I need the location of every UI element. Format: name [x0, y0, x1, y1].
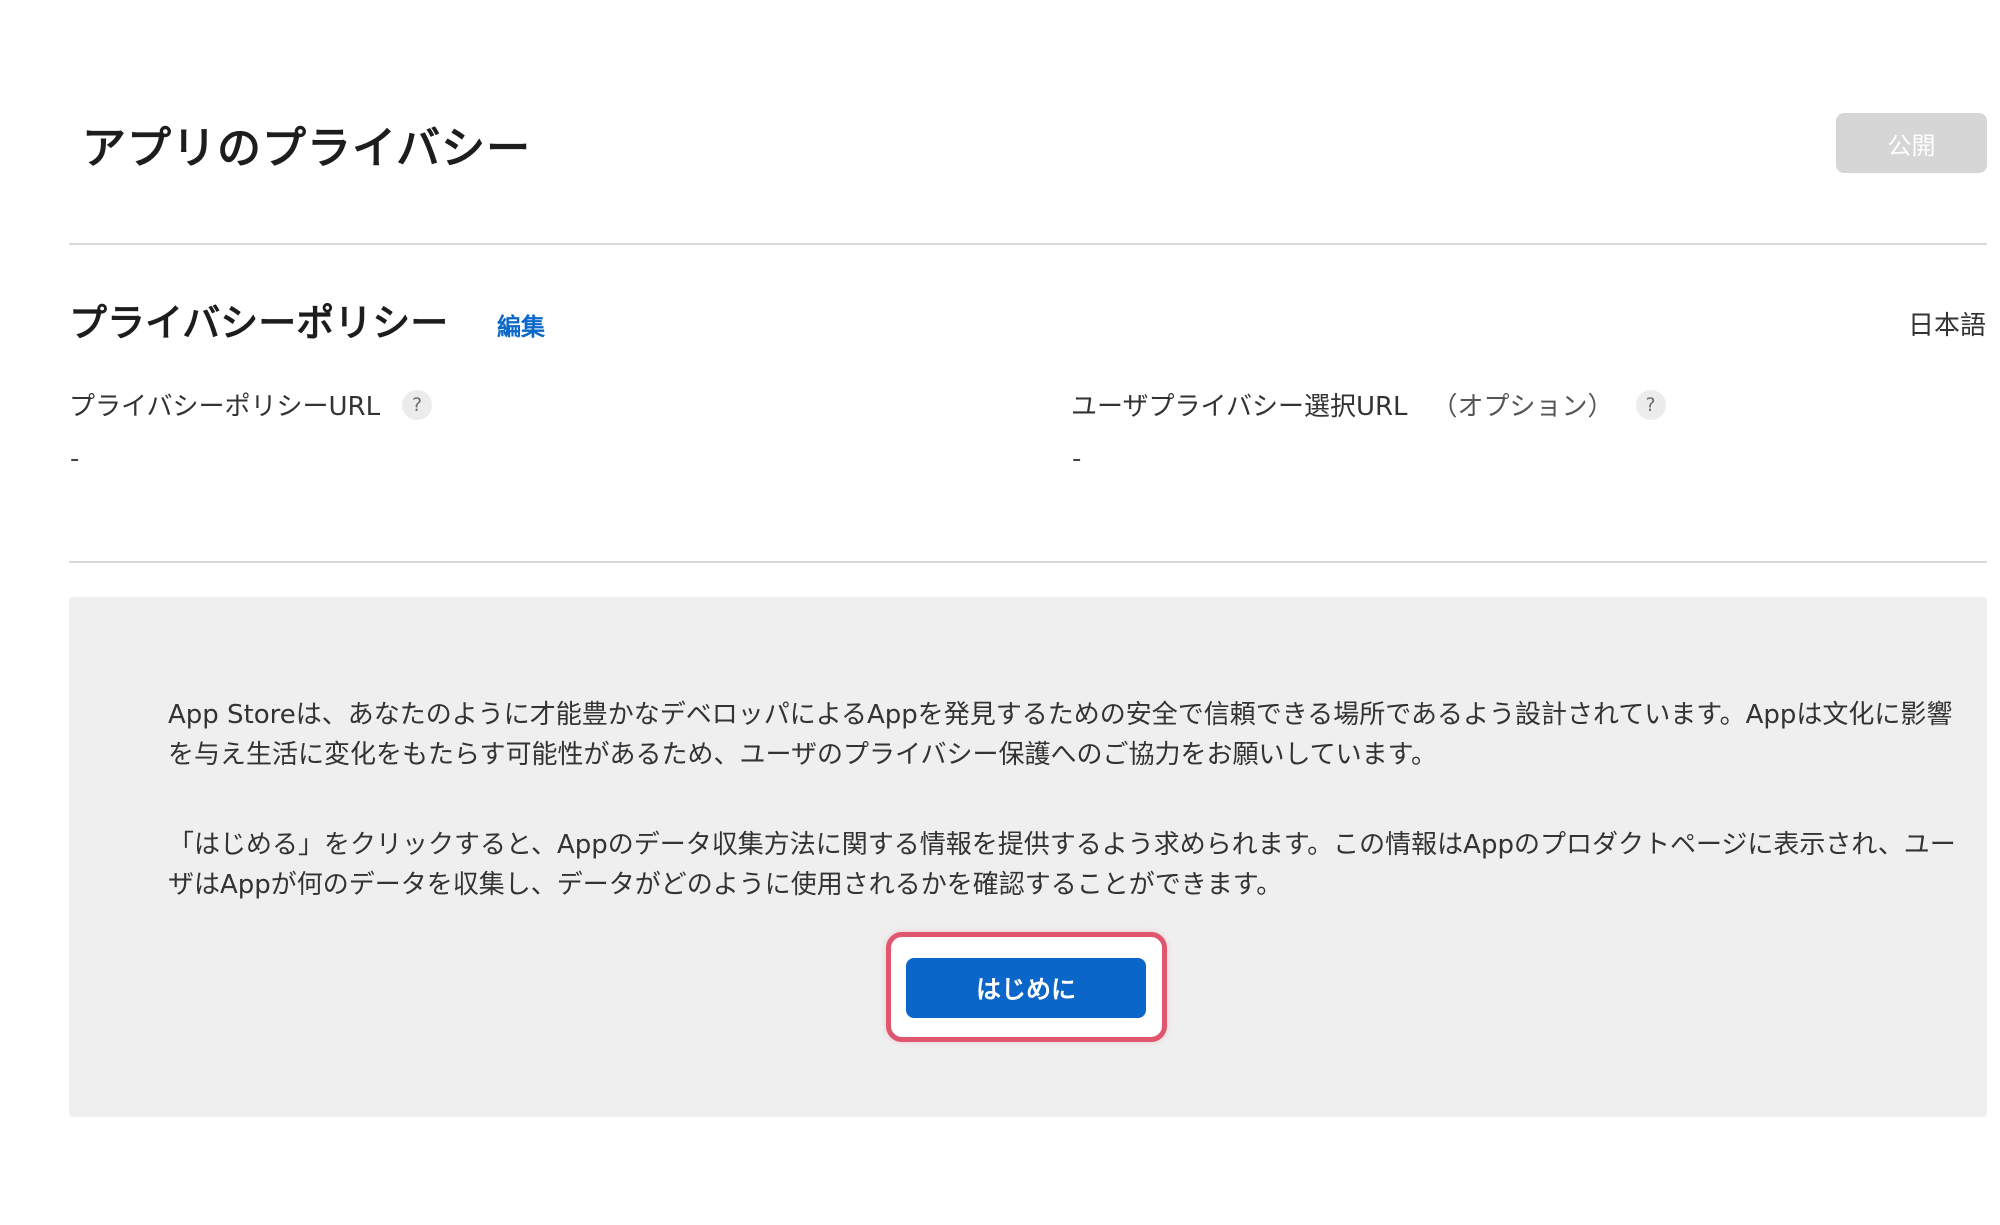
help-icon[interactable]: ? — [402, 389, 433, 420]
privacy-policy-title: プライバシーポリシー — [69, 301, 449, 345]
optional-label: （オプション） — [1431, 392, 1614, 422]
privacy-policy-url-label: プライバシーポリシーURL — [69, 392, 381, 422]
privacy-policy-url-value: - — [70, 444, 80, 474]
help-icon[interactable]: ? — [1635, 389, 1666, 420]
start-button[interactable]: はじめに — [906, 958, 1146, 1018]
info-panel: App Storeは、あなたのように才能豊かなデベロッパによるAppを発見するた… — [69, 597, 1987, 1117]
app-privacy-page: アプリのプライバシー 公開 プライバシーポリシー 編集 日本語 プライバシーポリ… — [0, 0, 2000, 1225]
section-divider — [69, 561, 1987, 563]
language-label: 日本語 — [1907, 311, 1986, 341]
edit-link[interactable]: 編集 — [497, 307, 545, 342]
info-paragraph-1: App Storeは、あなたのように才能豊かなデベロッパによるAppを発見するた… — [168, 700, 1953, 770]
user-privacy-choices-url-field: ユーザプライバシー選択URL （オプション） ? — [1071, 386, 1666, 423]
header-divider — [69, 243, 1987, 245]
page-title: アプリのプライバシー — [82, 123, 532, 174]
publish-button[interactable]: 公開 — [1836, 113, 1987, 173]
user-privacy-choices-url-label: ユーザプライバシー選択URL — [1071, 392, 1408, 422]
privacy-policy-url-field: プライバシーポリシーURL ? — [69, 386, 433, 423]
user-privacy-choices-url-value: - — [1072, 444, 1082, 474]
info-paragraph-2: 「はじめる」をクリックすると、Appのデータ収集方法に関する情報を提供するよう求… — [168, 830, 1956, 900]
